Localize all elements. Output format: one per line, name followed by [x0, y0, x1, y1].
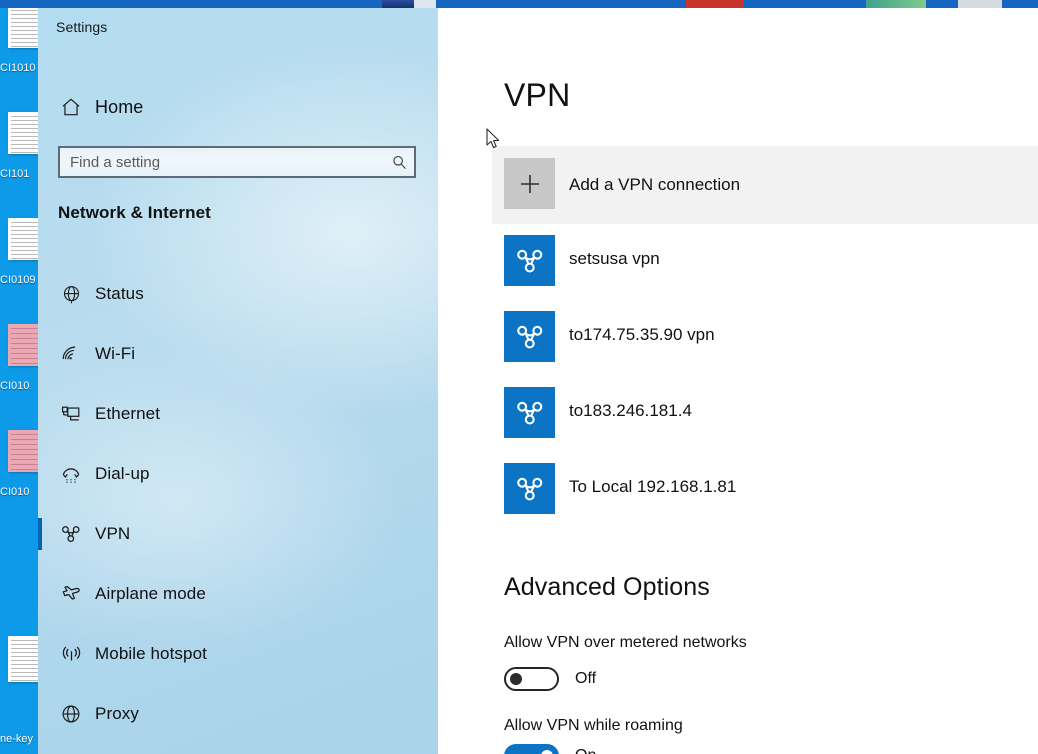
page-title: VPN — [504, 77, 571, 113]
search-input[interactable] — [60, 153, 384, 171]
home-icon — [58, 94, 84, 120]
desktop-file-thumbnail[interactable] — [8, 430, 38, 472]
hotspot-icon — [58, 641, 84, 667]
vpn-icon — [58, 521, 84, 547]
plus-icon — [504, 158, 555, 209]
sidebar-item-vpn[interactable]: VPN — [38, 514, 438, 554]
ethernet-icon — [58, 401, 84, 427]
globe-icon — [58, 281, 84, 307]
desktop-file-label: CI010 — [0, 380, 30, 392]
allow-vpn-metered-label: Allow VPN over metered networks — [504, 634, 747, 651]
desktop-file-label: CI101 — [0, 168, 30, 180]
sidebar-item-label: VPN — [95, 524, 131, 543]
vpn-tile-icon — [504, 463, 555, 514]
vpn-connection-name: to174.75.35.90 vpn — [569, 325, 715, 344]
desktop-file-label: CI010 — [0, 486, 30, 498]
sidebar-item-label: Airplane mode — [95, 584, 206, 603]
sidebar-item-home[interactable]: Home — [38, 87, 438, 127]
settings-navigation-pane: Settings Home Find a setting Network & I… — [38, 7, 438, 754]
desktop-icon-fragment — [958, 0, 1002, 8]
desktop-file-thumbnail[interactable] — [8, 112, 38, 154]
vpn-connection-name: setsusa vpn — [569, 249, 660, 268]
sidebar-item-ethernet[interactable]: Ethernet — [38, 394, 438, 434]
vpn-connection-item[interactable]: To Local 192.168.1.81 — [504, 463, 1038, 514]
sidebar-item-label: Dial-up — [95, 464, 150, 483]
allow-vpn-roaming-toggle[interactable]: On — [504, 744, 596, 754]
desktop-icon-fragment — [382, 0, 414, 8]
advanced-options-heading: Advanced Options — [504, 573, 710, 601]
sidebar-item-label: Wi-Fi — [95, 344, 136, 363]
globe-icon — [58, 701, 84, 727]
sidebar-item-label: Status — [95, 284, 144, 303]
desktop-top-strip — [0, 0, 1038, 8]
search-icon[interactable] — [384, 154, 414, 171]
sidebar-item-status[interactable]: Status — [38, 274, 438, 314]
desktop-file-thumbnail[interactable] — [8, 324, 38, 366]
category-title: Network & Internet — [58, 203, 211, 222]
desktop-icon-fragment — [866, 0, 926, 8]
vpn-tile-icon — [504, 235, 555, 286]
vpn-connection-name: To Local 192.168.1.81 — [569, 477, 737, 496]
vpn-connection-name: to183.246.181.4 — [569, 401, 692, 420]
toggle-switch-on[interactable] — [504, 744, 559, 754]
desktop-icon-fragment — [686, 0, 744, 8]
vpn-connection-item[interactable]: to183.246.181.4 — [504, 387, 1038, 438]
desktop-file-label: CI0109 — [0, 274, 36, 286]
sidebar-item-airplane-mode[interactable]: Airplane mode — [38, 574, 438, 614]
sidebar-item-mobile-hotspot[interactable]: Mobile hotspot — [38, 634, 438, 674]
sidebar-item-label: Proxy — [95, 704, 139, 723]
sidebar-item-proxy[interactable]: Proxy — [38, 694, 438, 734]
add-vpn-connection-button[interactable]: Add a VPN connection — [492, 146, 1038, 224]
sidebar-item-wifi[interactable]: Wi-Fi — [38, 334, 438, 374]
airplane-icon — [58, 581, 84, 607]
window-title: Settings — [56, 19, 108, 35]
vpn-tile-icon — [504, 387, 555, 438]
desktop-file-thumbnail[interactable] — [8, 218, 38, 260]
desktop-background: CI1010 CI101 CI0109 CI010 CI010 ne-key — [0, 0, 38, 754]
allow-vpn-roaming-label: Allow VPN while roaming — [504, 717, 683, 734]
allow-vpn-metered-toggle[interactable]: Off — [504, 667, 596, 691]
desktop-file-label: CI1010 — [0, 62, 36, 74]
sidebar-item-label: Home — [95, 96, 144, 117]
desktop-file-thumbnail[interactable] — [8, 636, 38, 682]
dialup-icon — [58, 461, 84, 487]
add-vpn-connection-label: Add a VPN connection — [569, 175, 741, 194]
toggle-switch-off[interactable] — [504, 667, 559, 691]
settings-window: Settings Home Find a setting Network & I… — [38, 7, 1038, 754]
sidebar-item-dialup[interactable]: Dial-up — [38, 454, 438, 494]
sidebar-item-label: Ethernet — [95, 404, 161, 423]
screen: CI1010 CI101 CI0109 CI010 CI010 ne-key S… — [0, 0, 1038, 754]
wifi-icon — [58, 341, 84, 367]
vpn-connection-item[interactable]: setsusa vpn — [504, 235, 1038, 286]
toggle-state-label: On — [575, 747, 596, 754]
vpn-tile-icon — [504, 311, 555, 362]
sidebar-item-label: Mobile hotspot — [95, 644, 207, 663]
settings-content-pane: VPN Add a VPN connection setsusa vpn to1… — [438, 7, 1038, 754]
desktop-file-label: ne-key — [0, 733, 34, 745]
toggle-state-label: Off — [575, 670, 597, 687]
desktop-file-thumbnail[interactable] — [8, 6, 38, 48]
desktop-icon-fragment — [414, 0, 436, 8]
search-box[interactable] — [58, 146, 416, 178]
vpn-connection-item[interactable]: to174.75.35.90 vpn — [504, 311, 1038, 362]
